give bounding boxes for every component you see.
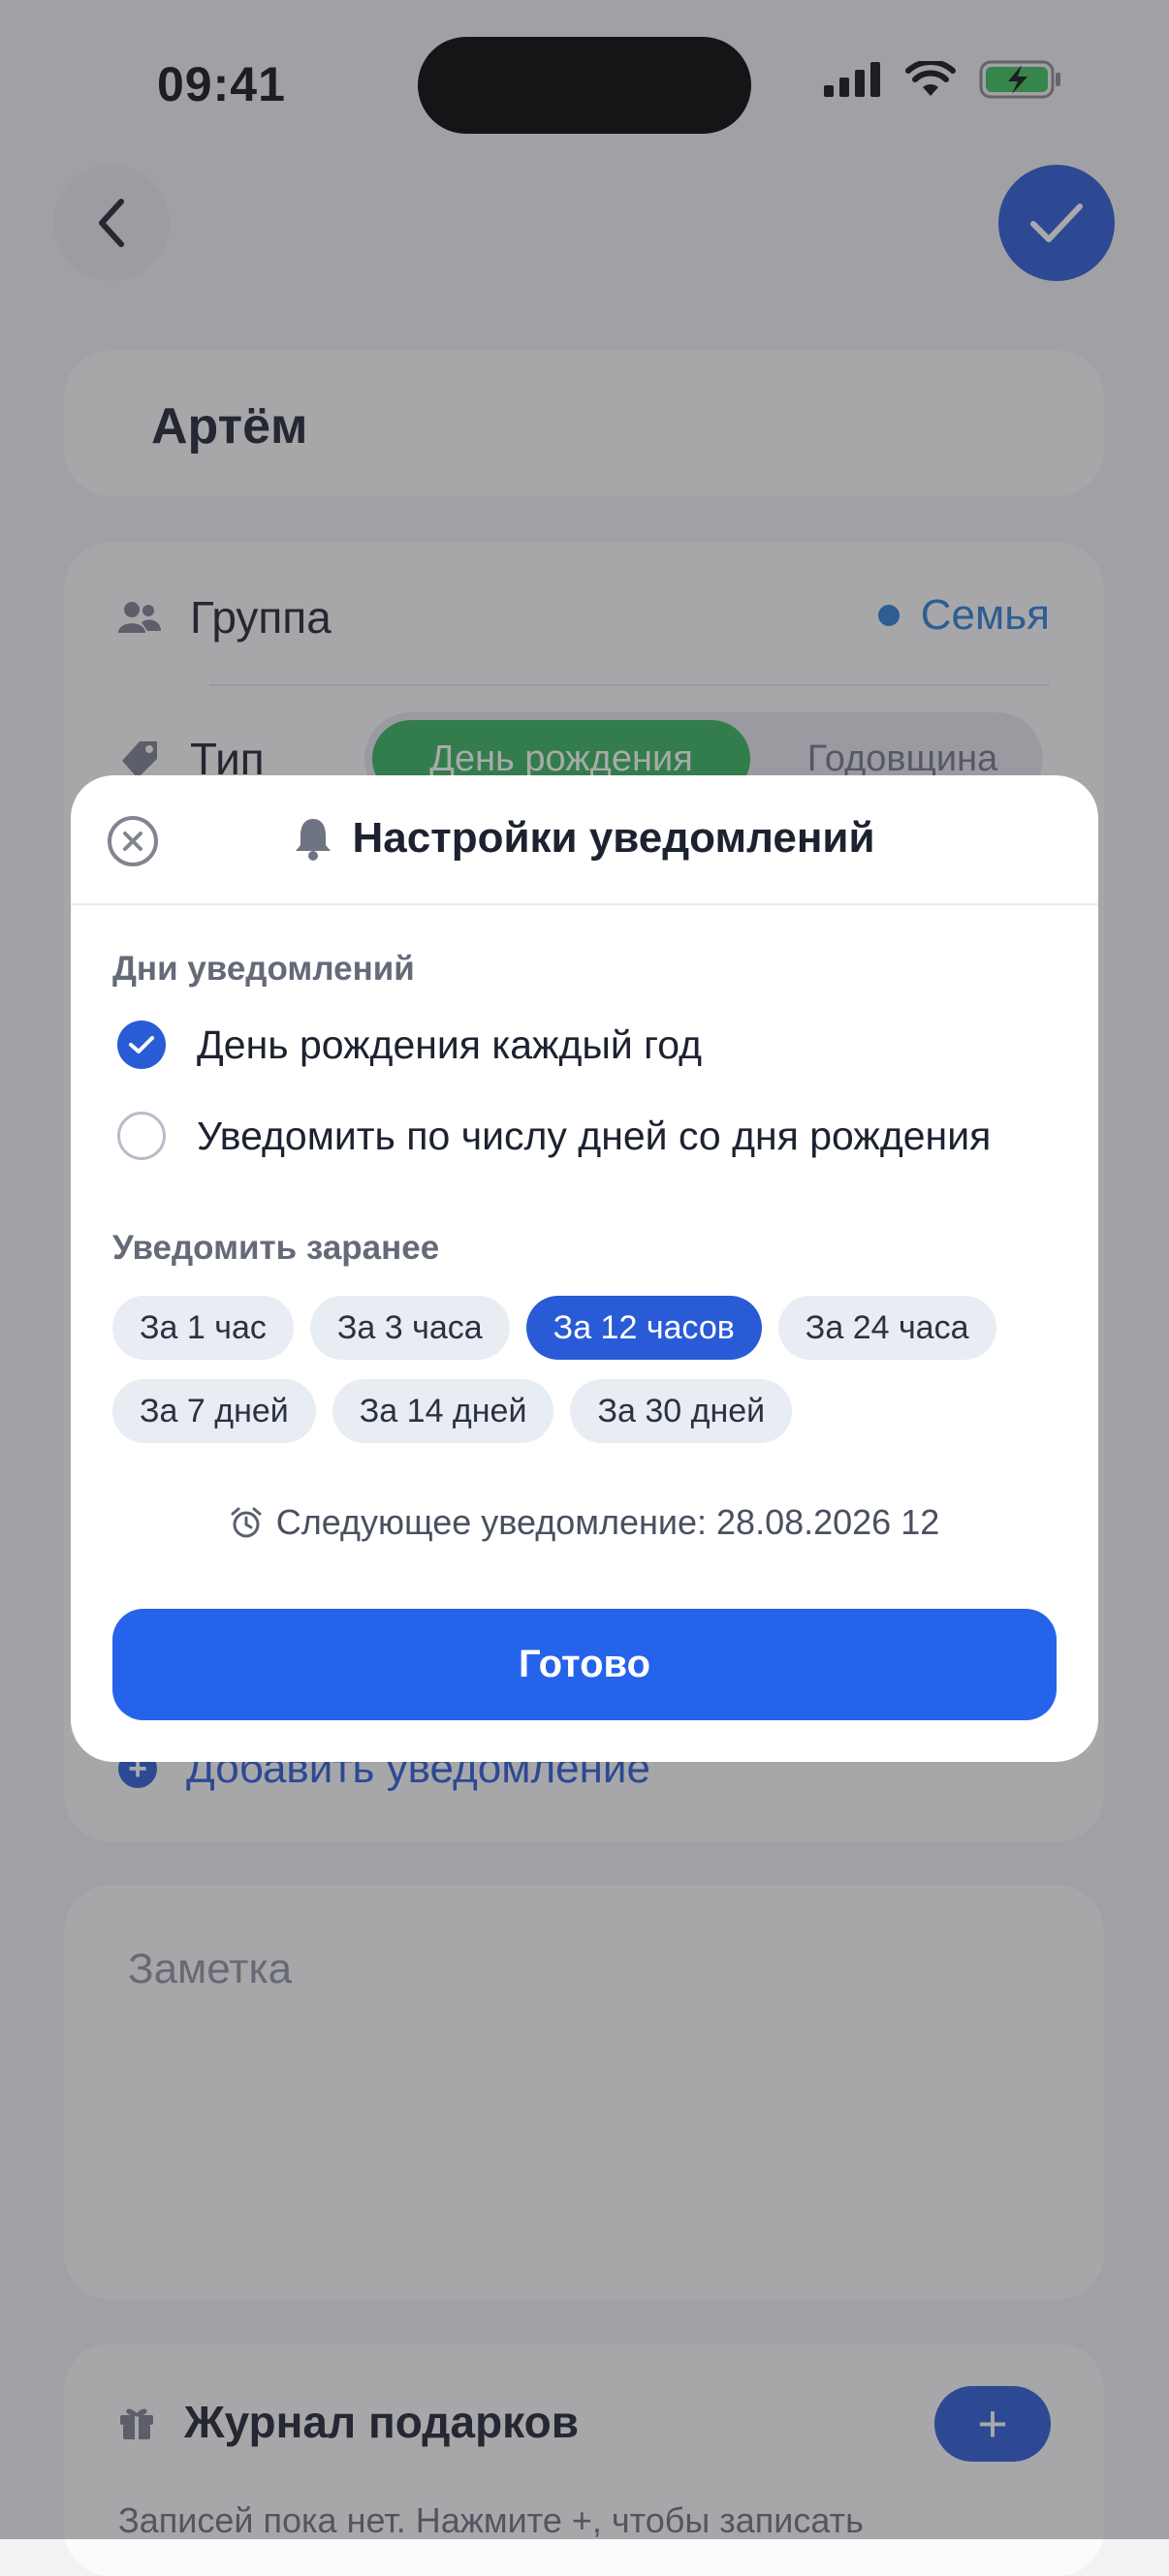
bell-icon xyxy=(296,819,332,861)
radio-unchecked-icon xyxy=(117,1112,166,1160)
chip-1-hour[interactable]: За 1 час xyxy=(112,1296,294,1360)
option-every-year-label: День рождения каждый год xyxy=(197,1021,703,1067)
alarm-clock-icon xyxy=(231,1507,262,1538)
chip-12-hours[interactable]: За 12 часов xyxy=(525,1296,762,1360)
chip-30-days[interactable]: За 30 дней xyxy=(570,1379,793,1443)
modal-divider xyxy=(71,903,1098,905)
next-notification-info: Следующее уведомление: 28.08.2026 12 xyxy=(71,1502,1098,1543)
done-button[interactable]: Готово xyxy=(112,1609,1057,1720)
chip-24-hours[interactable]: За 24 часа xyxy=(777,1296,996,1360)
advance-chip-group: За 1 час За 3 часа За 12 часов За 24 час… xyxy=(112,1296,1072,1443)
advance-section-label: Уведомить заранее xyxy=(112,1229,440,1267)
chip-7-days[interactable]: За 7 дней xyxy=(112,1379,316,1443)
chip-14-days[interactable]: За 14 дней xyxy=(332,1379,554,1443)
next-notification-text: Следующее уведомление: 28.08.2026 12 xyxy=(275,1502,940,1542)
option-days-count[interactable]: Уведомить по числу дней со дня рождения xyxy=(117,1112,991,1160)
modal-header: Настройки уведомлений xyxy=(71,814,1098,863)
modal-title: Настройки уведомлений xyxy=(352,814,875,862)
radio-checked-icon xyxy=(117,1021,166,1069)
option-every-year[interactable]: День рождения каждый год xyxy=(117,1021,702,1069)
option-days-count-label: Уведомить по числу дней со дня рождения xyxy=(197,1113,992,1158)
notification-settings-modal: Настройки уведомлений Дни уведомлений Де… xyxy=(71,775,1098,1762)
days-section-label: Дни уведомлений xyxy=(112,950,415,988)
chip-3-hours[interactable]: За 3 часа xyxy=(309,1296,510,1360)
